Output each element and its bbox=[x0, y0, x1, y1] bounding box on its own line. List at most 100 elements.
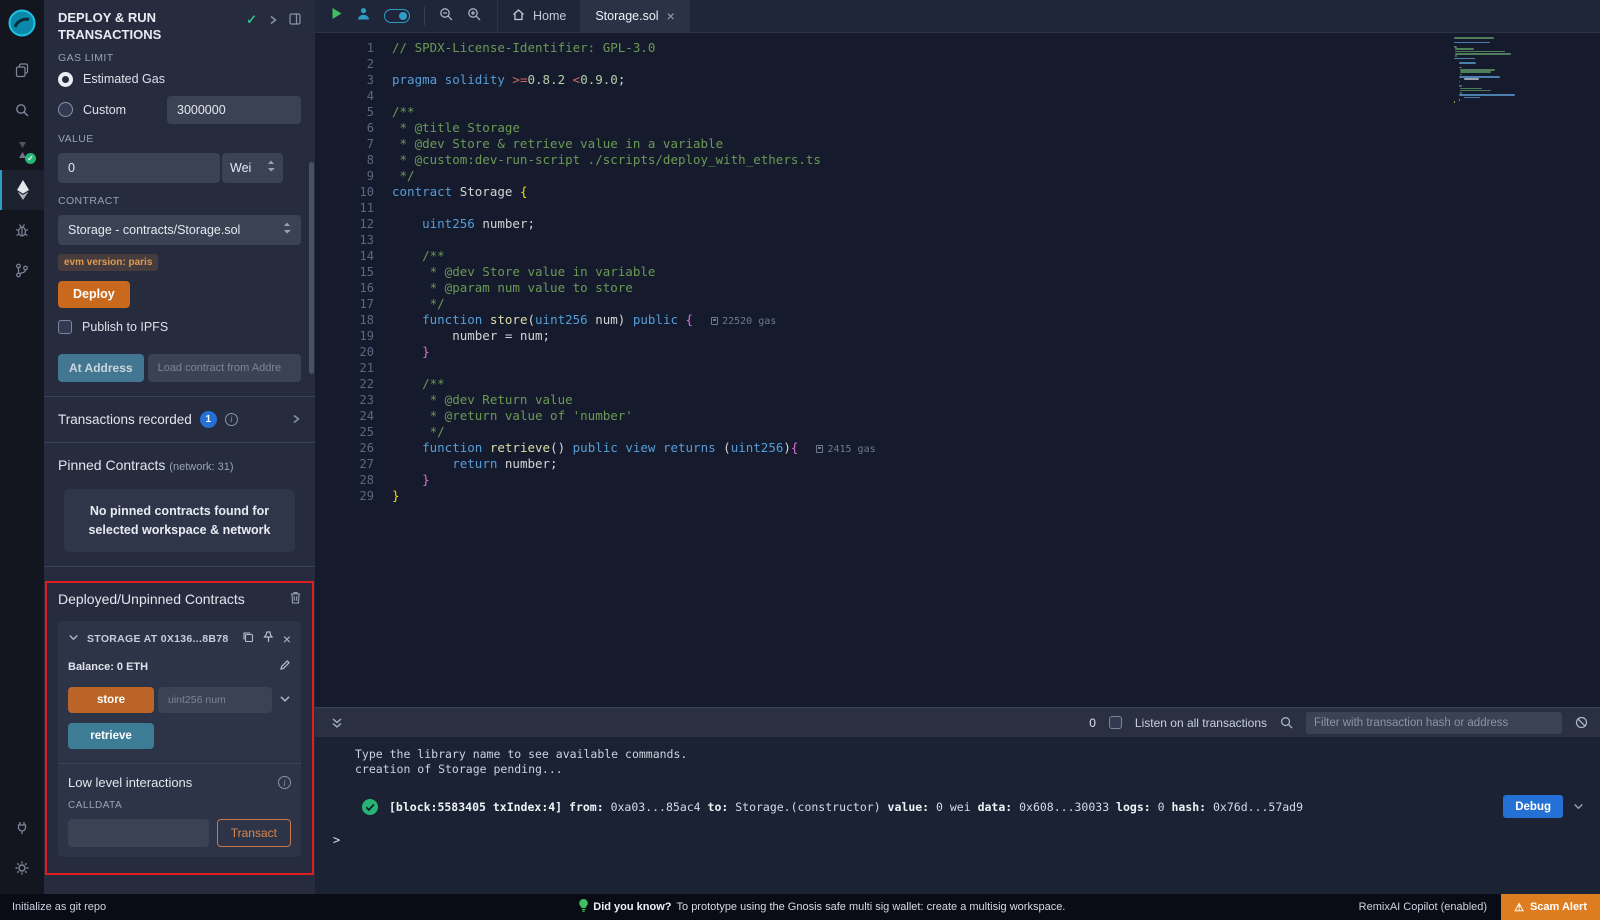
terminal[interactable]: Type the library name to see available c… bbox=[315, 737, 1600, 894]
ai-assistant-icon[interactable] bbox=[357, 7, 370, 25]
value-label: VALUE bbox=[58, 133, 301, 145]
trash-icon[interactable] bbox=[290, 591, 301, 607]
minimap-line bbox=[1464, 78, 1479, 80]
line-number: 19 bbox=[315, 328, 374, 344]
minimap[interactable] bbox=[1454, 37, 1518, 104]
home-icon bbox=[512, 8, 525, 24]
listen-all-checkbox[interactable] bbox=[1109, 716, 1122, 729]
panel-next-icon[interactable] bbox=[268, 13, 278, 28]
tx-log-row[interactable]: [block:5583405 txIndex:4] from: 0xa03...… bbox=[361, 795, 1586, 818]
plugin-manager-icon[interactable] bbox=[0, 808, 44, 848]
contract-instance-card: STORAGE AT 0X136...8B78 Balance: 0 ETH s… bbox=[58, 621, 301, 857]
gas-estimate-annotation[interactable]: 2415 gas bbox=[816, 444, 875, 455]
gas-estimate-annotation[interactable]: 22520 gas bbox=[711, 316, 776, 327]
file-explorer-icon[interactable] bbox=[0, 50, 44, 90]
zoom-out-icon[interactable] bbox=[439, 7, 453, 26]
minimap-line bbox=[1454, 65, 1518, 67]
store-function-button[interactable]: store bbox=[68, 687, 154, 713]
minimap-line bbox=[1459, 67, 1462, 69]
code-line: function retrieve() public view returns … bbox=[392, 440, 876, 456]
publish-ipfs-checkbox[interactable] bbox=[58, 320, 72, 334]
low-level-info-icon[interactable] bbox=[278, 776, 291, 789]
minimap-line bbox=[1460, 90, 1491, 92]
expand-params-icon[interactable] bbox=[279, 693, 291, 708]
pin-panel-icon[interactable] bbox=[289, 13, 301, 28]
minimap-line bbox=[1455, 51, 1504, 53]
remove-instance-icon[interactable] bbox=[283, 632, 291, 646]
remix-logo-icon[interactable] bbox=[7, 8, 37, 38]
terminal-search-icon[interactable] bbox=[1280, 716, 1293, 729]
solidity-compiler-icon[interactable] bbox=[0, 130, 44, 170]
line-number: 8 bbox=[315, 152, 374, 168]
calldata-input[interactable] bbox=[68, 819, 209, 847]
estimated-gas-radio[interactable] bbox=[58, 72, 73, 87]
search-icon[interactable] bbox=[0, 90, 44, 130]
copy-address-icon[interactable] bbox=[242, 631, 254, 646]
code-line: * @dev Store & retrieve value in a varia… bbox=[392, 136, 876, 152]
transactions-recorded-label: Transactions recorded bbox=[58, 412, 192, 427]
tab-home[interactable]: Home bbox=[497, 0, 581, 32]
code-line: uint256 number; bbox=[392, 216, 876, 232]
line-number: 20 bbox=[315, 344, 374, 360]
code-line: /** bbox=[392, 248, 876, 264]
transactions-count-badge: 1 bbox=[200, 411, 217, 428]
at-address-button[interactable]: At Address bbox=[58, 354, 144, 382]
zoom-in-icon[interactable] bbox=[467, 7, 481, 26]
code-editor[interactable]: 1234567891011121314151617181920212223242… bbox=[315, 33, 1600, 707]
instance-collapse-icon[interactable] bbox=[68, 631, 79, 646]
edit-balance-icon[interactable] bbox=[279, 659, 291, 674]
transactions-info-icon[interactable] bbox=[225, 413, 238, 426]
copilot-status[interactable]: RemixAI Copilot (enabled) bbox=[1345, 901, 1501, 913]
copilot-toggle[interactable] bbox=[384, 9, 410, 23]
settings-icon[interactable] bbox=[0, 848, 44, 888]
minimap-line bbox=[1460, 69, 1495, 71]
git-init-button[interactable]: Initialize as git repo bbox=[0, 901, 300, 913]
minimap-line bbox=[1454, 39, 1518, 41]
minimap-line bbox=[1454, 44, 1518, 46]
instance-title: STORAGE AT 0X136...8B78 bbox=[87, 633, 234, 645]
code-line bbox=[392, 200, 876, 216]
code-line: /** bbox=[392, 376, 876, 392]
value-input[interactable] bbox=[58, 153, 220, 183]
debugger-icon[interactable] bbox=[0, 210, 44, 250]
terminal-prompt[interactable]: > bbox=[333, 833, 1586, 847]
minimap-line bbox=[1459, 76, 1500, 78]
line-number: 29 bbox=[315, 488, 374, 504]
contract-select[interactable]: Storage - contracts/Storage.sol bbox=[58, 215, 301, 245]
store-param-input[interactable] bbox=[158, 687, 272, 713]
line-number: 22 bbox=[315, 376, 374, 392]
line-number: 28 bbox=[315, 472, 374, 488]
transact-button[interactable]: Transact bbox=[217, 819, 291, 847]
collapse-terminal-icon[interactable] bbox=[331, 717, 343, 729]
pinned-empty-message: No pinned contracts found for selected w… bbox=[64, 489, 295, 553]
compile-success-badge-icon bbox=[25, 153, 36, 164]
tab-storage-sol[interactable]: Storage.sol bbox=[581, 0, 689, 32]
minimap-line bbox=[1464, 97, 1480, 99]
clear-console-icon[interactable] bbox=[1575, 716, 1588, 729]
code-line bbox=[392, 88, 876, 104]
transaction-filter-input[interactable] bbox=[1306, 712, 1562, 734]
pin-contract-icon[interactable] bbox=[263, 631, 274, 646]
debug-button[interactable]: Debug bbox=[1503, 795, 1563, 818]
transactions-expand-icon[interactable] bbox=[291, 412, 301, 427]
custom-gas-input[interactable] bbox=[167, 96, 301, 124]
minimap-line bbox=[1455, 53, 1511, 55]
line-number: 12 bbox=[315, 216, 374, 232]
line-number: 15 bbox=[315, 264, 374, 280]
panel-check-icon bbox=[246, 12, 257, 28]
at-address-input[interactable] bbox=[148, 354, 301, 382]
expand-tx-icon[interactable] bbox=[1573, 801, 1584, 812]
estimated-gas-label: Estimated Gas bbox=[83, 72, 165, 86]
line-number: 7 bbox=[315, 136, 374, 152]
retrieve-function-button[interactable]: retrieve bbox=[68, 723, 154, 749]
source-control-icon[interactable] bbox=[0, 250, 44, 290]
deploy-button[interactable]: Deploy bbox=[58, 281, 130, 308]
custom-gas-radio[interactable] bbox=[58, 102, 73, 117]
value-unit-select[interactable]: Wei bbox=[222, 153, 283, 183]
panel-title: DEPLOY & RUN TRANSACTIONS bbox=[58, 10, 216, 44]
panel-scrollbar[interactable] bbox=[309, 162, 314, 374]
run-script-icon[interactable] bbox=[331, 7, 343, 25]
scam-alert-button[interactable]: Scam Alert bbox=[1501, 894, 1600, 920]
close-tab-icon[interactable] bbox=[667, 9, 675, 23]
deploy-run-icon[interactable] bbox=[0, 170, 44, 210]
